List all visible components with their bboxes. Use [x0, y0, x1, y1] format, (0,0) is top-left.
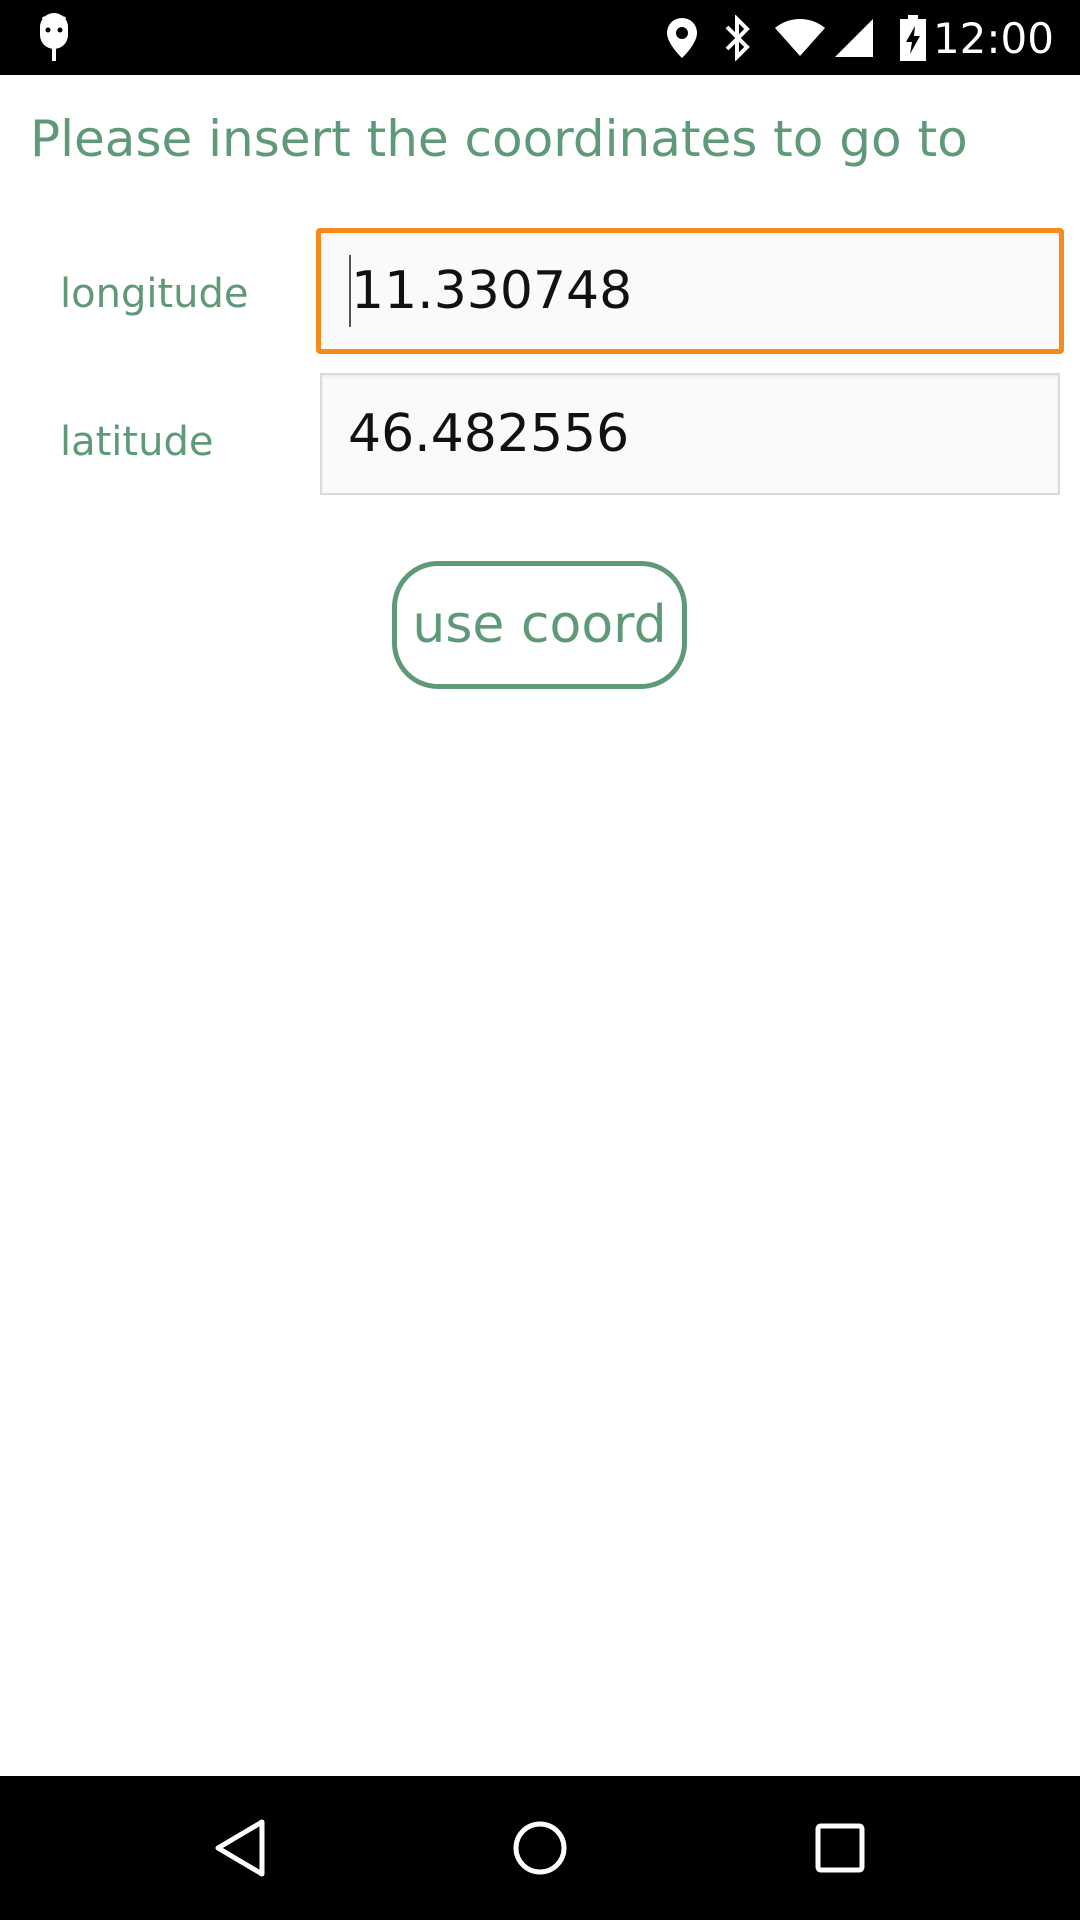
longitude-input[interactable]: 11.330748	[316, 228, 1064, 354]
latitude-value: 46.482556	[348, 404, 630, 464]
latitude-label: latitude	[60, 419, 214, 465]
recents-icon[interactable]	[760, 1776, 920, 1920]
use-coord-button[interactable]: use coord	[392, 561, 687, 689]
status-bar: 12:00	[0, 0, 1080, 75]
wifi-icon	[772, 0, 828, 75]
bluetooth-icon	[718, 0, 758, 75]
longitude-value: 11.330748	[351, 261, 633, 321]
battery-charging-icon	[896, 0, 930, 75]
page-title: Please insert the coordinates to go to	[30, 110, 968, 168]
home-icon[interactable]	[460, 1776, 620, 1920]
nav-bar	[0, 1776, 1080, 1920]
android-debug-icon	[30, 0, 78, 75]
back-icon[interactable]	[160, 1776, 320, 1920]
latitude-input[interactable]: 46.482556	[320, 373, 1060, 495]
location-pin-icon	[662, 0, 702, 75]
status-time: 12:00	[932, 14, 1054, 63]
screen: 12:00 Please insert the coordinates to g…	[0, 0, 1080, 1920]
longitude-label: longitude	[60, 271, 249, 317]
cell-signal-icon	[832, 0, 876, 75]
